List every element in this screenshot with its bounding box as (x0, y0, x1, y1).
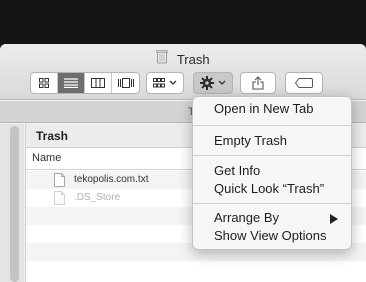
tags-button[interactable] (285, 72, 323, 94)
menu-item-arrange-by[interactable]: Arrange By (193, 209, 351, 227)
file-name: .DS_Store (74, 192, 121, 203)
submenu-arrow-icon (330, 214, 338, 224)
path-label: Trash (36, 129, 69, 143)
share-button[interactable] (240, 72, 276, 94)
column-view-button[interactable] (85, 73, 112, 93)
gear-icon (200, 76, 214, 90)
action-menu-button[interactable] (193, 72, 233, 94)
empty-row (26, 261, 366, 279)
menu-separator (193, 125, 351, 126)
icon-view-button[interactable] (31, 73, 58, 93)
window-title-text: Trash (176, 52, 210, 67)
menu-item-show-view-options[interactable]: Show View Options (193, 227, 351, 245)
desktop-background (0, 0, 366, 44)
share-icon (252, 76, 264, 90)
view-mode-control (30, 72, 140, 94)
sidebar-scrollbar[interactable] (10, 126, 19, 282)
gallery-icon (117, 78, 134, 88)
tag-icon (295, 78, 313, 88)
window-title: Trash (0, 50, 366, 69)
icon-grid-icon (39, 78, 49, 88)
list-view-button[interactable] (58, 73, 85, 93)
gallery-view-button[interactable] (112, 73, 139, 93)
group-grid-icon (153, 78, 165, 88)
group-by-button[interactable] (146, 72, 184, 94)
column-name-label: Name (32, 152, 62, 164)
file-name: tekopolis.com.txt (74, 174, 149, 185)
menu-item-get-info[interactable]: Get Info (193, 162, 351, 180)
menu-item-quick-look[interactable]: Quick Look “Trash” (193, 180, 351, 198)
chevron-down-icon (169, 80, 177, 85)
menu-separator (193, 203, 351, 204)
trash-icon (156, 50, 169, 69)
titlebar: Trash (0, 44, 366, 100)
arrange-by-label: Arrange By (214, 210, 280, 225)
list-lines-icon (64, 78, 78, 88)
action-dropdown-menu: Open in New Tab Empty Trash Get Info Qui… (192, 96, 352, 250)
menu-item-open-in-new-tab[interactable]: Open in New Tab (193, 100, 351, 118)
chevron-down-icon (218, 80, 226, 85)
menu-separator (193, 155, 351, 156)
menu-item-empty-trash[interactable]: Empty Trash (193, 132, 351, 150)
columns-icon (91, 78, 105, 88)
